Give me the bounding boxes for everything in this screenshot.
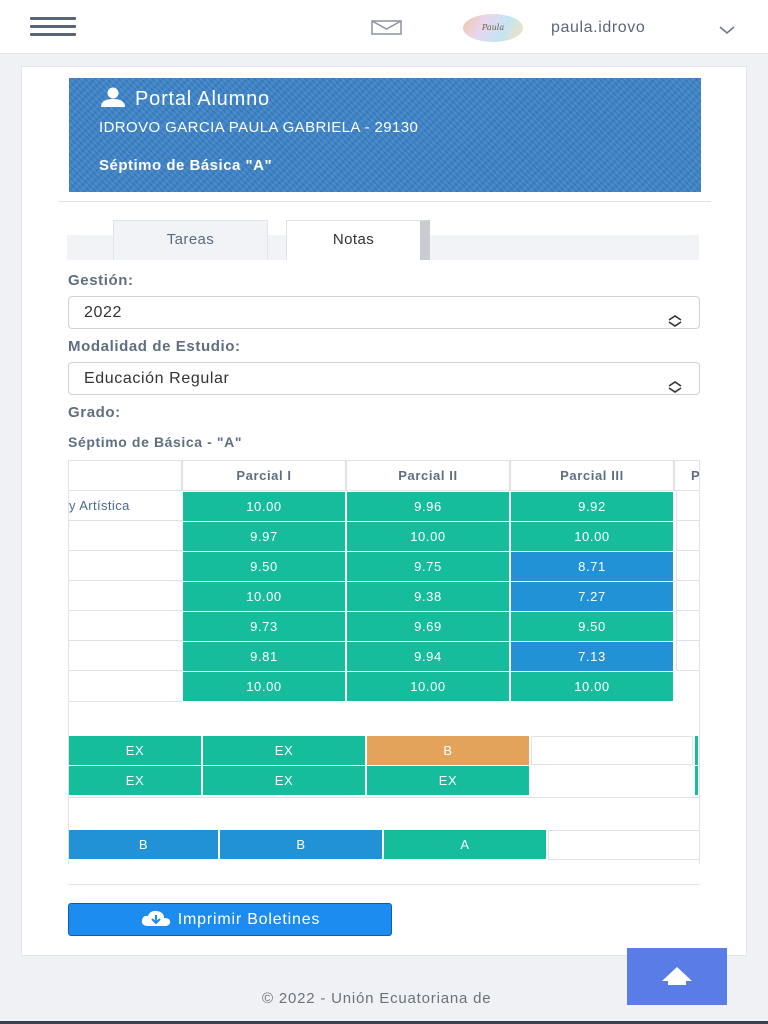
select-arrows-icon [667, 373, 683, 404]
grade-cell: 9.73 [183, 612, 345, 641]
modalidad-select-value: Educación Regular [84, 370, 230, 387]
grade-cell: 10.00 [183, 672, 345, 701]
conduct-cell [531, 736, 693, 765]
conduct-cell: EX [69, 736, 201, 765]
subject-label [68, 671, 182, 702]
grade-cell: 9.75 [347, 552, 509, 581]
footer-copyright: © 2022 - Unión Ecuatoriana de [262, 990, 492, 1007]
grades-table[interactable]: Parcial I Parcial II Parcial III P y Art… [68, 460, 700, 864]
grade-cell: 9.96 [347, 492, 509, 521]
conduct-cell: B [367, 736, 529, 765]
subject-label [68, 521, 182, 551]
envelope-icon[interactable] [371, 20, 402, 40]
cloud-download-icon [141, 910, 170, 926]
grade-cell [676, 491, 699, 521]
grade-cell [676, 641, 699, 671]
grade-cell [676, 581, 699, 611]
conduct-cell [695, 736, 698, 765]
grade-cell: 7.13 [511, 642, 673, 671]
avatar[interactable]: Paula [463, 14, 523, 42]
divider [68, 884, 700, 885]
conduct-cell: EX [367, 766, 529, 795]
portal-title: Portal Alumno [99, 87, 270, 113]
grade-cell: 8.71 [511, 552, 673, 581]
print-report-button[interactable]: Imprimir Boletines [68, 903, 392, 936]
table-divider [68, 797, 699, 798]
grade-cell [676, 551, 699, 581]
grade-cell: 10.00 [183, 492, 345, 521]
divider [59, 201, 711, 202]
select-arrows-icon [667, 307, 683, 338]
grade-cell: 9.38 [347, 582, 509, 611]
column-header: Parcial I [182, 460, 346, 491]
grade-cell: 9.94 [347, 642, 509, 671]
grade-cell: 9.50 [511, 612, 673, 641]
grado-value: Séptimo de Básica - "A" [68, 434, 243, 450]
grade-cell [676, 521, 699, 551]
gestion-select[interactable]: 2022 [68, 296, 700, 329]
grade-cell: 9.50 [183, 552, 345, 581]
summary-cell: B [220, 830, 382, 859]
grade-cell: 7.27 [511, 582, 673, 611]
grade-cell: 9.69 [347, 612, 509, 641]
subject-label [68, 581, 182, 611]
arrow-up-icon [662, 967, 692, 985]
conduct-cell: EX [203, 766, 365, 795]
summary-cell [548, 830, 699, 860]
student-grade: Séptimo de Básica "A" [99, 157, 273, 174]
conduct-cell: EX [203, 736, 365, 765]
grade-cell: 10.00 [347, 522, 509, 551]
student-banner: Portal Alumno IDROVO GARCIA PAULA GABRIE… [69, 78, 701, 192]
grade-cell: 10.00 [183, 582, 345, 611]
grade-cell: 9.92 [511, 492, 673, 521]
main-card: Portal Alumno IDROVO GARCIA PAULA GABRIE… [21, 66, 747, 956]
conduct-cell [695, 766, 698, 795]
column-header: Parcial III [510, 460, 674, 491]
table-header-corner [68, 460, 182, 491]
summary-cell: B [69, 830, 218, 859]
grade-cell: 10.00 [511, 672, 673, 701]
summary-cell: A [384, 830, 546, 859]
subject-label [68, 551, 182, 581]
tab-tareas[interactable]: Tareas [113, 220, 268, 260]
grade-cell: 9.81 [183, 642, 345, 671]
subject-label [68, 641, 182, 671]
modalidad-select[interactable]: Educación Regular [68, 362, 700, 395]
grade-cell [676, 611, 699, 641]
grade-cell: 10.00 [347, 672, 509, 701]
conduct-cell: EX [69, 766, 201, 795]
top-navbar: Paula paula.idrovo [0, 0, 768, 54]
username-label[interactable]: paula.idrovo [551, 19, 645, 37]
column-header: Parcial II [346, 460, 510, 491]
print-report-label: Imprimir Boletines [177, 911, 321, 928]
chevron-down-icon[interactable] [719, 22, 735, 40]
subject-label: y Artística [68, 491, 182, 521]
user-icon [99, 87, 127, 113]
hamburger-icon[interactable] [30, 17, 76, 37]
gestion-select-value: 2022 [84, 304, 122, 321]
grado-label: Grado: [68, 404, 121, 421]
tab-notas[interactable]: Notas [286, 220, 430, 260]
modalidad-label: Modalidad de Estudio: [68, 338, 241, 355]
subject-label [68, 611, 182, 641]
scroll-to-top-button[interactable] [627, 948, 727, 1005]
student-name: IDROVO GARCIA PAULA GABRIELA - 29130 [99, 119, 419, 136]
column-header: P [674, 460, 699, 491]
gestion-label: Gestión: [68, 272, 134, 289]
portal-title-text: Portal Alumno [135, 88, 270, 110]
grade-cell: 10.00 [511, 522, 673, 551]
grade-cell: 9.97 [183, 522, 345, 551]
